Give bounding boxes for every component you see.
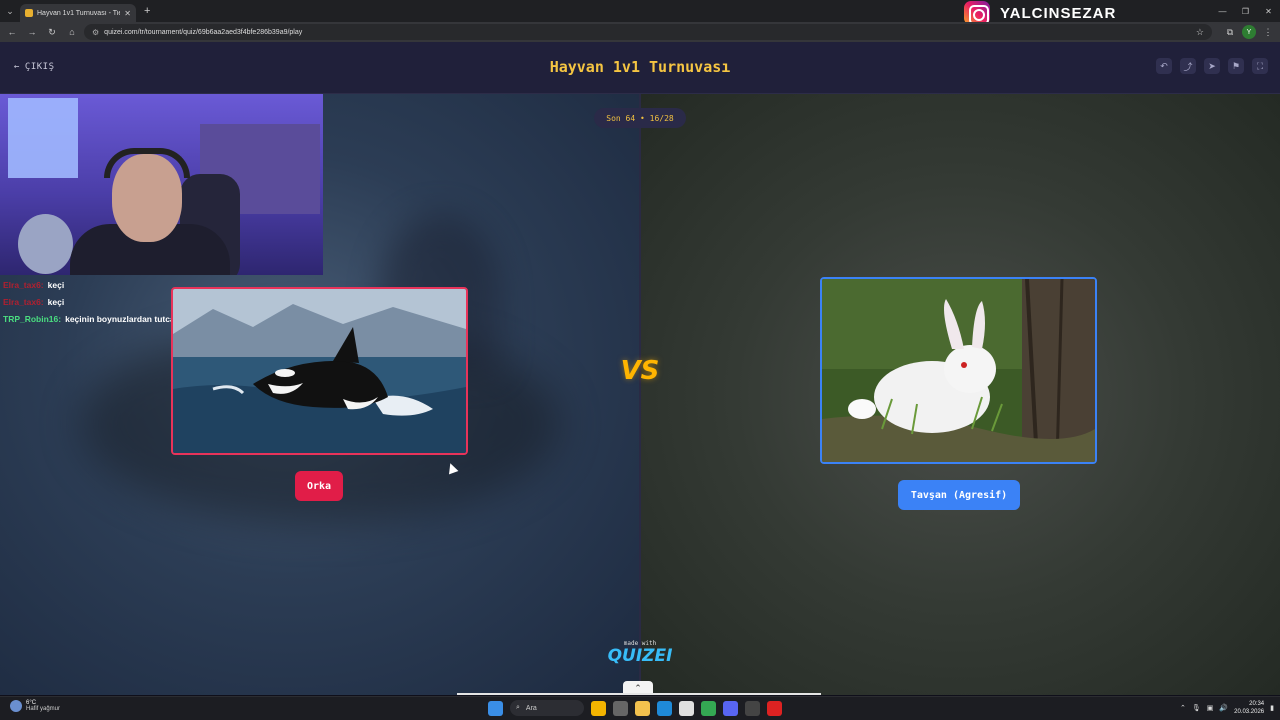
brand-logo: QUIZEI <box>607 646 673 666</box>
obs-icon[interactable] <box>745 700 760 716</box>
chat-text: keçi <box>47 280 65 290</box>
share-icon[interactable]: ⤴ <box>1180 58 1196 74</box>
reload-icon[interactable]: ↻ <box>44 24 60 40</box>
webcam-overlay <box>0 94 323 275</box>
task-view-icon[interactable] <box>613 700 628 716</box>
app-header: ← ÇIKIŞ Hayvan 1v1 Turnuvası ↶ ⤴ ➤ ⚑ ⛶ <box>0 42 1280 94</box>
address-bar: ← → ↻ ⌂ ⚙ quizei.com/tr/tournament/quiz/… <box>0 22 1280 42</box>
webcam-fan <box>18 214 73 274</box>
bookmark-star-icon[interactable]: ☆ <box>1196 27 1204 38</box>
url-text: quizei.com/tr/tournament/quiz/69b6aa2aed… <box>104 28 303 36</box>
browser-tab[interactable]: Hayvan 1v1 Turnuvası - Tier Lis ✕ <box>20 4 136 22</box>
volume-icon[interactable]: 🔊 <box>1219 704 1228 712</box>
system-tray: ⌃ 🎙 ▣ 🔊 20:34 20.03.2026 ▮ <box>1180 700 1274 716</box>
left-option-name[interactable]: Orka <box>295 471 343 501</box>
tab-list-icon[interactable]: ⌄ <box>0 0 20 22</box>
chat-user: TRP_Robin16: <box>3 314 62 324</box>
screen: ⌄ Hayvan 1v1 Turnuvası - Tier Lis ✕ + YA… <box>0 0 1280 720</box>
bottom-bar <box>457 693 821 695</box>
chat-text: keçi <box>47 297 65 307</box>
maximize-icon[interactable]: ❐ <box>1234 0 1257 22</box>
made-with-badge[interactable]: made with QUIZEI <box>598 640 682 665</box>
chrome-icon[interactable] <box>701 700 716 716</box>
network-icon[interactable]: ▣ <box>1207 704 1214 712</box>
mic-icon[interactable]: 🎙 <box>1192 704 1201 712</box>
forward-icon[interactable]: → <box>24 24 40 40</box>
taskbar: 6°C Hafif yağmur ⌕ Ara ⌃ 🎙 ▣ 🔊 20:34 20.… <box>0 696 1280 720</box>
windows-start-icon[interactable] <box>488 700 503 716</box>
file-explorer-icon[interactable] <box>635 700 650 716</box>
app-red-icon[interactable] <box>767 700 782 716</box>
menu-dots-icon[interactable]: ⋮ <box>1260 24 1276 40</box>
rabbit-image <box>822 279 1095 462</box>
vs-icon: VS <box>620 356 660 386</box>
close-window-icon[interactable]: ✕ <box>1257 0 1280 22</box>
headphones-icon <box>104 148 190 178</box>
right-option-card[interactable] <box>820 277 1097 464</box>
right-option-name[interactable]: Tavşan (Agresif) <box>898 480 1020 510</box>
taskbar-search-label: Ara <box>525 704 537 712</box>
left-option-card[interactable] <box>171 287 468 455</box>
taskbar-search[interactable]: ⌕ Ara <box>510 700 584 716</box>
notification-icon[interactable]: ▮ <box>1270 704 1274 712</box>
clock-time: 20:34 <box>1249 701 1265 707</box>
orca-image <box>173 289 466 453</box>
profile-avatar[interactable]: Y <box>1242 25 1256 39</box>
center-divider <box>639 94 641 695</box>
send-icon[interactable]: ➤ <box>1204 58 1220 74</box>
discord-icon[interactable] <box>723 700 738 716</box>
webcam-window <box>8 98 78 178</box>
widgets-icon[interactable] <box>591 700 606 716</box>
chat-user: Elra_tax6: <box>3 280 44 290</box>
minimize-icon[interactable]: — <box>1211 0 1234 22</box>
weather-widget[interactable]: 6°C Hafif yağmur <box>10 700 60 712</box>
clock-date: 20.03.2026 <box>1234 709 1265 715</box>
clock[interactable]: 20:34 20.03.2026 <box>1234 700 1264 716</box>
undo-icon[interactable]: ↶ <box>1156 58 1172 74</box>
store-icon[interactable] <box>679 700 694 716</box>
back-icon[interactable]: ← <box>4 24 20 40</box>
favicon-icon <box>25 9 33 17</box>
window-controls: — ❐ ✕ <box>1211 0 1280 22</box>
weather-text: Hafif yağmur <box>26 706 61 712</box>
edge-icon[interactable] <box>657 700 672 716</box>
flag-icon[interactable]: ⚑ <box>1228 58 1244 74</box>
header-actions: ↶ ⤴ ➤ ⚑ ⛶ <box>1156 58 1268 74</box>
url-field[interactable]: ⚙ quizei.com/tr/tournament/quiz/69b6aa2a… <box>84 24 1212 40</box>
round-badge: Son 64 • 16/28 <box>594 108 686 128</box>
fullscreen-icon[interactable]: ⛶ <box>1252 58 1268 74</box>
extensions-icon[interactable]: ⧉ <box>1222 24 1238 40</box>
page-title: Hayvan 1v1 Turnuvası <box>549 58 731 76</box>
tray-chevron-icon[interactable]: ⌃ <box>1180 704 1186 712</box>
home-icon[interactable]: ⌂ <box>64 24 80 40</box>
search-icon: ⌕ <box>516 704 520 711</box>
site-info-icon[interactable]: ⚙ <box>92 28 99 37</box>
match-stage: Son 64 • 16/28 Elra_tax6: keçi Elra_tax6:… <box>0 94 1280 695</box>
weather-icon <box>10 700 22 712</box>
tab-title: Hayvan 1v1 Turnuvası - Tier Lis <box>37 9 120 17</box>
close-tab-icon[interactable]: ✕ <box>124 9 131 18</box>
overlay-handle: YALCINSEZAR <box>1000 4 1117 22</box>
taskbar-apps: ⌕ Ara <box>488 700 782 716</box>
new-tab-icon[interactable]: + <box>144 5 150 17</box>
chat-user: Elra_tax6: <box>3 297 44 307</box>
